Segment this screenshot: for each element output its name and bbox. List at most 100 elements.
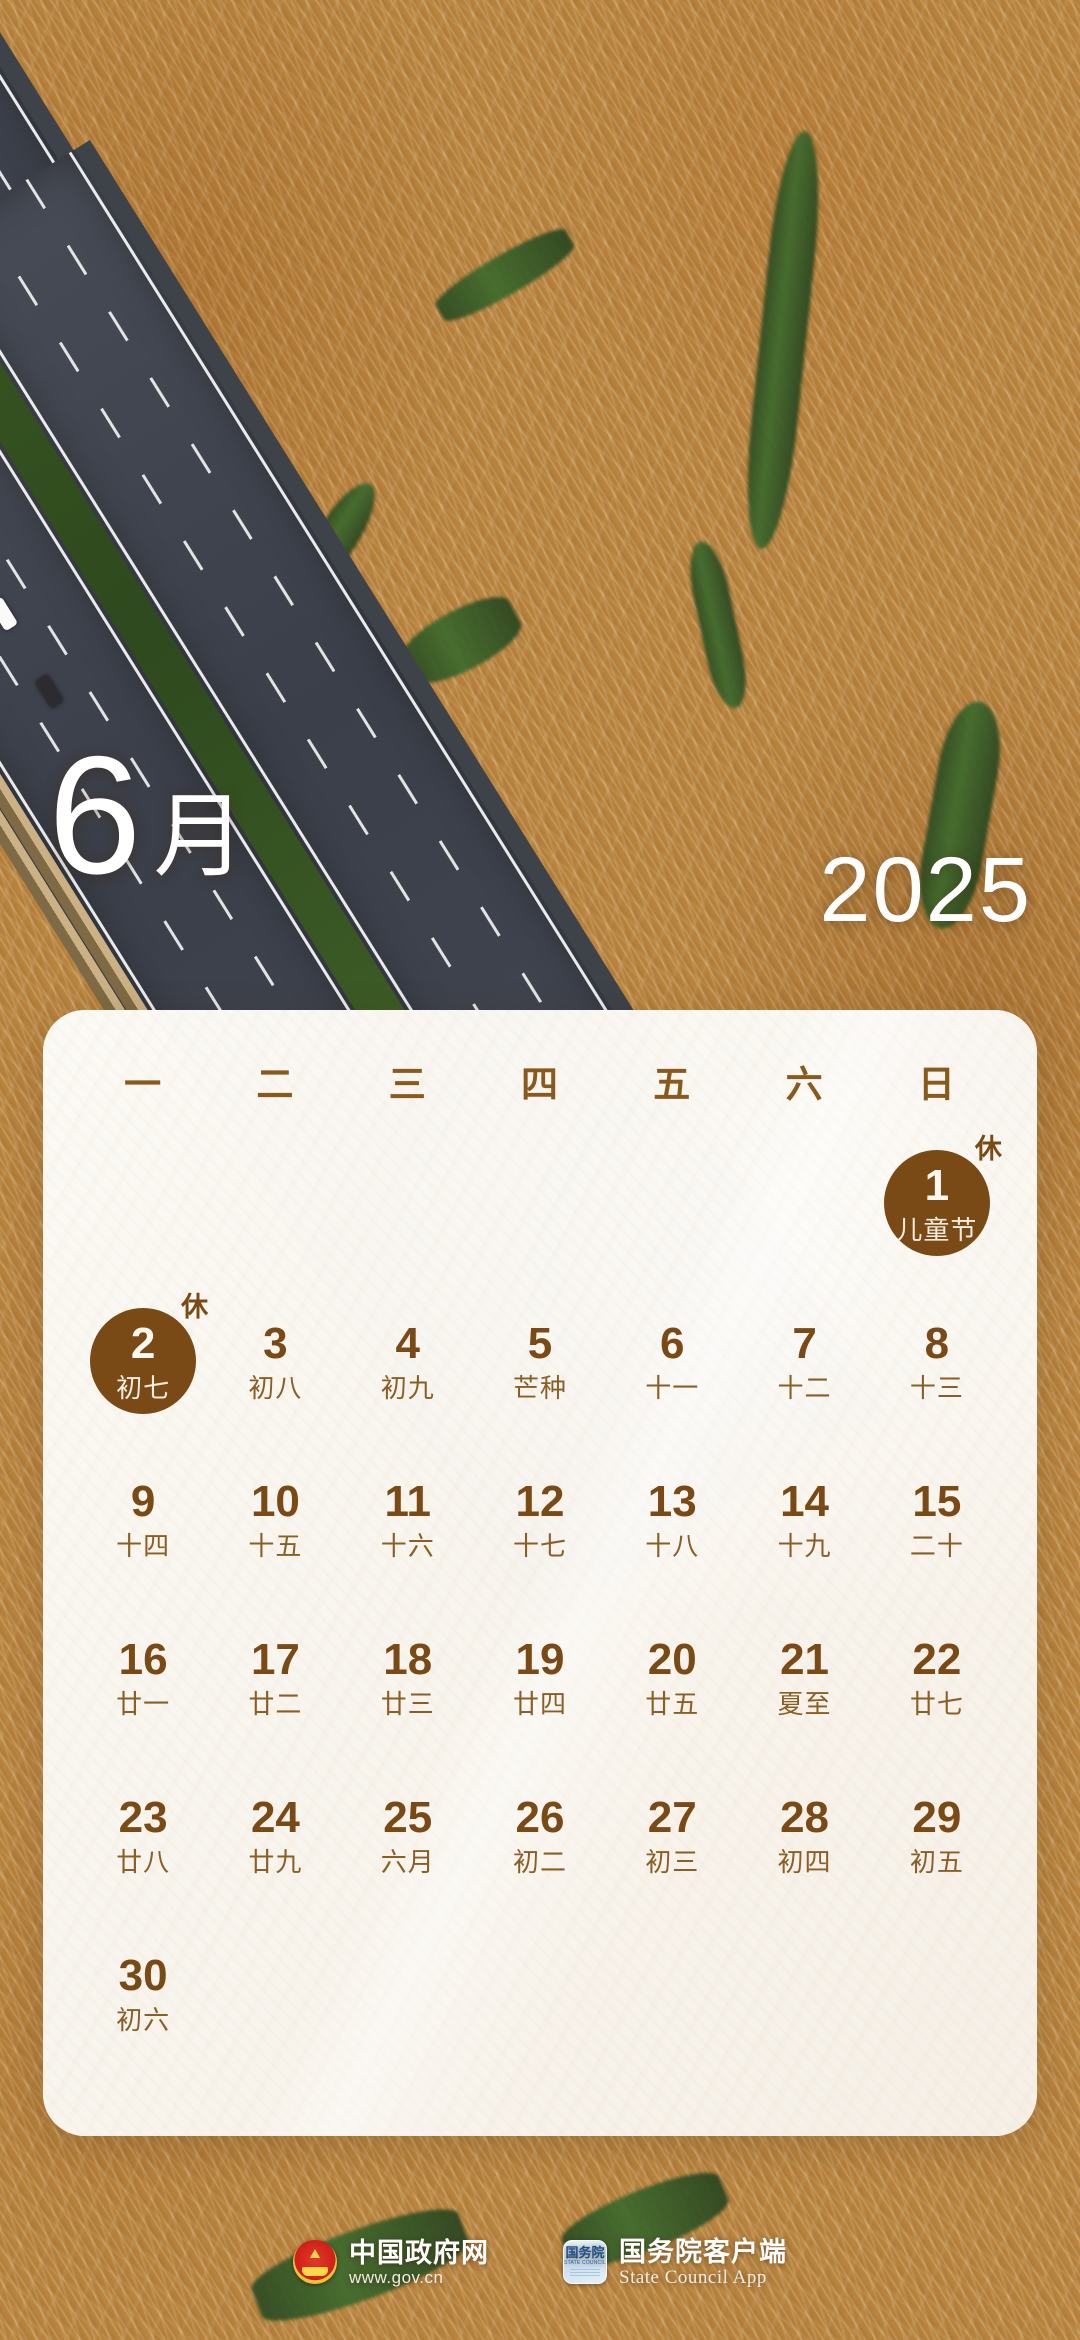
calendar-week-row: 16 廿一 17 廿二 18 廿三 19 廿四 20 廿五 21 夏至 22 廿七 [77,1604,1003,1750]
calendar-day-cell[interactable]: 16 廿一 [77,1604,209,1750]
calendar-day-cell[interactable]: 3 初八 [209,1288,341,1434]
day-number: 20 [647,1634,697,1684]
calendar-day-cell[interactable]: 6 十一 [606,1288,738,1434]
lunar-or-festival-label: 初八 [248,1372,303,1403]
weekday-header-6: 六 [785,1064,824,1105]
calendar-day-cell[interactable]: 休 2 初七 [77,1288,209,1434]
lunar-or-festival-label: 芒种 [512,1372,567,1403]
day-number: 18 [383,1634,433,1684]
lunar-or-festival-label: 初六 [116,2004,171,2035]
calendar-day-cell[interactable]: 8 十三 [871,1288,1003,1434]
day-number: 4 [395,1318,420,1368]
lunar-or-festival-label: 十四 [116,1530,171,1561]
calendar-day-cell[interactable]: 30 初六 [77,1920,209,2066]
day-number: 7 [792,1318,817,1368]
year-label: 2025 [819,839,1032,941]
weekday-header-3: 三 [388,1064,427,1105]
calendar-day-cell[interactable]: 23 廿八 [77,1762,209,1908]
calendar-day-cell[interactable]: 休 1 儿童节 [871,1130,1003,1276]
lunar-or-festival-label: 初九 [380,1372,435,1403]
calendar-day-cell[interactable]: 17 廿二 [209,1604,341,1750]
day-number: 2 [130,1318,156,1368]
calendar-day-cell[interactable]: 21 夏至 [738,1604,870,1750]
weekday-header-2: 二 [256,1064,295,1105]
brand-text-block: 国务院客户端 State Council App [619,2237,787,2289]
rest-day-badge: 休 [181,1292,209,1322]
calendar-day-cell[interactable]: 11 十六 [342,1446,474,1592]
day-number: 8 [924,1318,950,1368]
lunar-or-festival-label: 六月 [380,1846,435,1877]
calendar-day-cell[interactable]: 19 廿四 [474,1604,606,1750]
day-number: 19 [515,1634,565,1684]
footer-brand-2[interactable]: 国务院 STATE COUNCIL 国务院客户端 State Council App [563,2237,787,2289]
month-title: 6 月 [48,731,246,899]
calendar-card: 一二三四五六日 休 1 儿童节休 2 初七 3 初八 4 初九 5 芒种 6 十一 7 十二 8 十三 9 十四 10… [43,1010,1037,2136]
lunar-or-festival-label: 廿四 [512,1688,567,1719]
vehicle-icon [0,596,19,632]
calendar-day-cell[interactable]: 26 初二 [474,1762,606,1908]
lunar-or-festival-label: 十七 [512,1530,567,1561]
brand-name-en: www.gov.cn [349,2267,444,2287]
lunar-or-festival-label: 廿九 [248,1846,303,1877]
footer-brand-1[interactable]: 中国政府网 www.gov.cn [293,2238,489,2287]
day-number: 30 [118,1950,168,2000]
day-number: 24 [250,1792,300,1842]
calendar-day-cell[interactable]: 18 廿三 [342,1604,474,1750]
calendar-day-cell[interactable]: 9 十四 [77,1446,209,1592]
month-suffix-label: 月 [153,786,246,889]
brand-name-en: State Council App [619,2266,767,2288]
day-number: 21 [780,1634,830,1684]
wallpaper-screen: 6 月 2025 一二三四五六日 休 1 儿童节休 2 初七 3 初八 4 初九 5 芒种 6 十一 7 十… [0,0,1080,2340]
calendar-day-cell[interactable]: 24 廿九 [209,1762,341,1908]
brand-name-cn: 国务院客户端 [619,2236,787,2267]
day-number: 5 [527,1318,553,1368]
vehicle-icon [34,673,65,709]
lunar-or-festival-label: 十二 [777,1372,832,1403]
calendar-week-row: 9 十四 10 十五 11 十六 12 十七 13 十八 14 十九 15 二十 [77,1446,1003,1592]
lunar-or-festival-label: 十五 [248,1530,303,1561]
day-number: 29 [912,1792,962,1842]
brand-text-block: 中国政府网 www.gov.cn [349,2238,489,2287]
calendar-day-cell[interactable]: 5 芒种 [474,1288,606,1434]
calendar-day-cell[interactable]: 25 六月 [342,1762,474,1908]
lunar-or-festival-label: 廿七 [909,1688,964,1719]
lunar-or-festival-label: 初三 [645,1846,700,1877]
calendar-day-cell[interactable]: 15 二十 [871,1446,1003,1592]
lunar-or-festival-label: 廿一 [116,1688,171,1719]
app-icon-texture [570,2269,600,2279]
day-number: 14 [780,1476,830,1526]
lunar-or-festival-label: 夏至 [777,1688,832,1719]
lunar-or-festival-label: 初五 [909,1846,964,1877]
day-number: 23 [118,1792,168,1842]
rest-day-badge: 休 [974,1134,1002,1164]
day-number: 25 [383,1792,433,1842]
lunar-or-festival-label: 十一 [645,1372,700,1403]
day-number: 6 [660,1318,685,1368]
state-council-app-icon: 国务院 STATE COUNCIL [563,2240,607,2285]
weekday-header-row: 一二三四五六日 [77,1054,1003,1118]
calendar-day-cell[interactable]: 29 初五 [871,1762,1003,1908]
calendar-day-cell[interactable]: 20 廿五 [606,1604,738,1750]
day-number: 13 [647,1476,697,1526]
calendar-day-cell[interactable]: 4 初九 [342,1288,474,1434]
calendar-day-cell[interactable]: 27 初三 [606,1762,738,1908]
calendar-day-cell[interactable]: 13 十八 [606,1446,738,1592]
day-number: 22 [912,1634,962,1684]
calendar-week-row: 休 2 初七 3 初八 4 初九 5 芒种 6 十一 7 十二 8 十三 [77,1288,1003,1434]
lunar-or-festival-label: 廿五 [645,1688,700,1719]
calendar-day-cell[interactable]: 14 十九 [738,1446,870,1592]
calendar-day-cell[interactable]: 28 初四 [738,1762,870,1908]
calendar-day-cell[interactable]: 10 十五 [209,1446,341,1592]
day-number: 11 [384,1476,431,1526]
day-number: 27 [647,1792,697,1842]
calendar-week-row: 23 廿八 24 廿九 25 六月 26 初二 27 初三 28 初四 29 初五 [77,1762,1003,1908]
weekday-header-4: 四 [520,1064,559,1105]
calendar-day-cell[interactable]: 12 十七 [474,1446,606,1592]
weekday-header-5: 五 [653,1064,692,1105]
day-number: 28 [780,1792,830,1842]
calendar-day-cell[interactable]: 7 十二 [738,1288,870,1434]
calendar-day-cell[interactable]: 22 廿七 [871,1604,1003,1750]
weekday-header-1: 一 [124,1064,163,1105]
lunar-or-festival-label: 初四 [777,1846,832,1877]
day-number: 16 [118,1634,168,1684]
